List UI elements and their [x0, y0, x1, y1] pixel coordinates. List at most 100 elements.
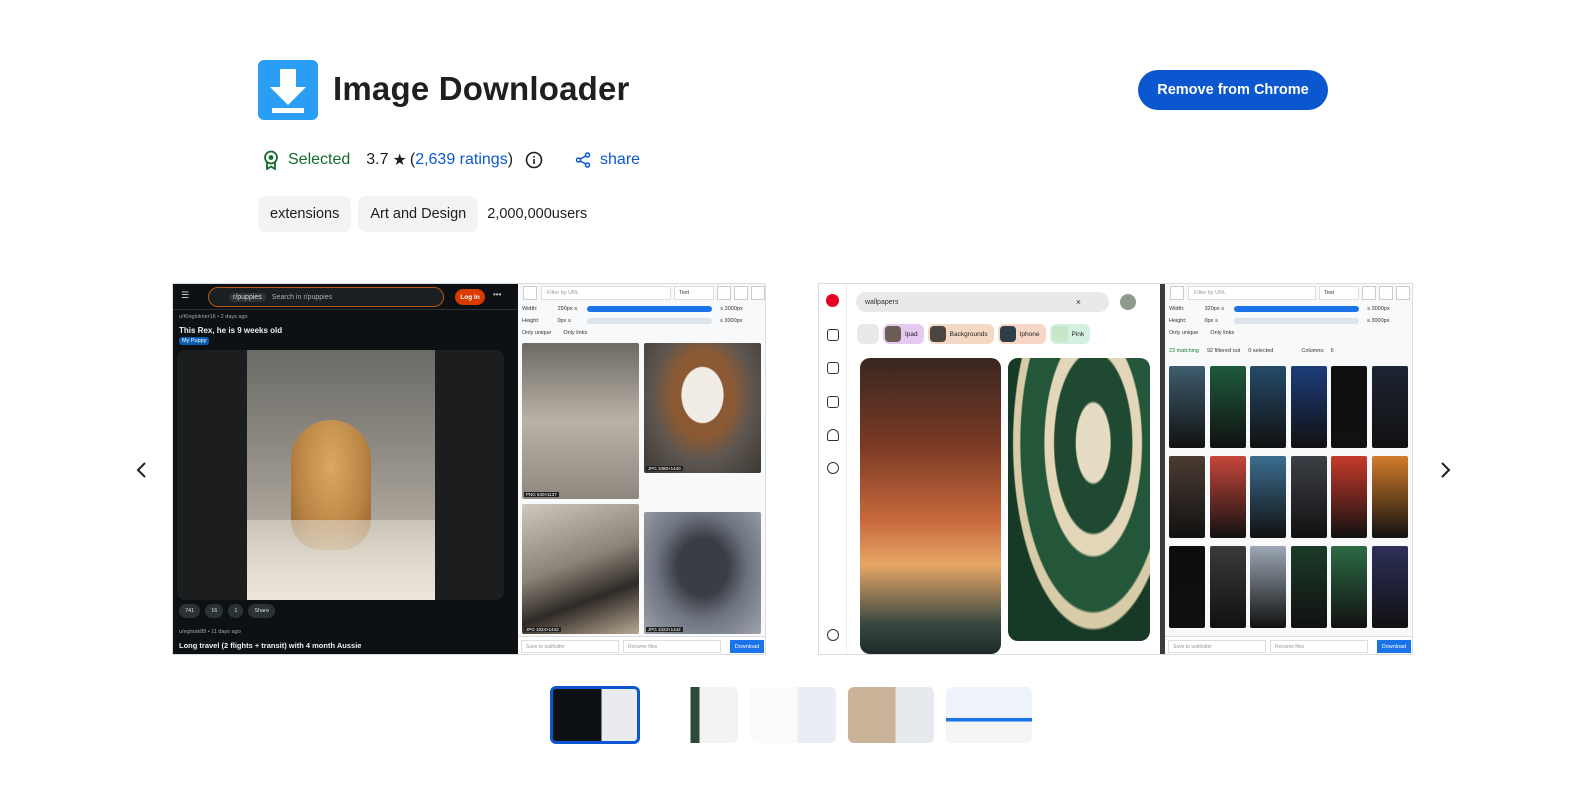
selected-count: 0 selected: [1248, 348, 1274, 354]
download-button: Download: [730, 640, 764, 653]
upvote-count: 741: [179, 604, 201, 618]
selected-badge: Selected: [262, 150, 350, 170]
rating-value: 3.7: [366, 151, 389, 168]
create-icon: [827, 396, 839, 408]
grid-image-thumb: [1371, 456, 1408, 538]
chip-iphone: Iphone: [997, 324, 1046, 344]
ext-filter: Filter by URL: [541, 286, 671, 300]
share-button[interactable]: share: [575, 151, 640, 169]
screenshot-slide-2: wallpapers × Ipad Backgrounds Iphone Pin…: [818, 283, 1413, 655]
puppy-photo: [247, 350, 435, 600]
messages-icon: [827, 462, 839, 474]
height-max: ≤ 3000px: [719, 318, 743, 324]
filter-icon: [857, 324, 879, 344]
width-slider: [1234, 306, 1360, 312]
chip-pink: Pink: [1049, 324, 1091, 344]
image-thumb: JPG 1024×1442: [644, 512, 761, 634]
avatar: [1120, 294, 1136, 310]
grid-image-thumb: [1209, 546, 1246, 628]
chevron-right-icon[interactable]: [1433, 458, 1457, 482]
refresh-icon: [1170, 286, 1184, 300]
width-value: 290px ≤: [557, 306, 578, 312]
image-thumb: PNG 640×1137: [522, 343, 639, 499]
ext-width-row: Width: 320px ≤ ≤ 3000px: [1169, 306, 1390, 312]
share-label: share: [600, 151, 641, 168]
bell-icon: [827, 429, 839, 441]
only-unique: Only unique: [522, 330, 552, 336]
carousel-thumb[interactable]: [848, 687, 934, 743]
carousel-thumb[interactable]: [550, 686, 640, 744]
app-title: Image Downloader: [333, 70, 630, 107]
rating: 3.7 ★ (2,639 ratings): [366, 151, 514, 169]
remove-from-chrome-button[interactable]: Remove from Chrome: [1138, 70, 1328, 110]
info-icon[interactable]: [525, 151, 543, 169]
chevron-left-icon[interactable]: [130, 458, 154, 482]
pinterest-chips: Ipad Backgrounds Iphone Pink: [883, 324, 1094, 344]
ext-height-row: Height: 0px ≤ ≤ 3000px: [1169, 318, 1389, 324]
height-value: 0px ≤: [557, 318, 571, 324]
subfolder-input: Save to subfolder: [1168, 640, 1266, 653]
post2-user: u/egmak88 • 11 days ago: [179, 629, 241, 635]
ratings-link[interactable]: 2,639 ratings: [415, 151, 508, 169]
share-pill: Share: [248, 604, 276, 618]
width-label: Width:: [522, 306, 538, 312]
reddit-top-bar: ☰ r/puppies Search in r/puppies Log In •…: [173, 284, 518, 310]
star-icon: ★: [392, 152, 407, 169]
carousel-thumb[interactable]: [652, 687, 738, 743]
ext-footer: Save to subfolder Rename files Download: [1165, 636, 1412, 654]
grid-image-thumb: [1290, 366, 1327, 448]
rename-input: Rename files: [623, 640, 721, 653]
columns-value: 6: [1330, 348, 1334, 354]
window-icon: [734, 286, 748, 300]
chevron-down-icon: [1362, 286, 1376, 300]
clear-icon: ×: [1075, 297, 1081, 307]
matching-count: 23 matching: [1169, 348, 1199, 354]
rename-input: Rename files: [1270, 640, 1368, 653]
grid-image-thumb: [1371, 546, 1408, 628]
ext-toolbar: Filter by URL Text: [518, 284, 765, 302]
grid-image-thumb: [1331, 546, 1367, 628]
meta-row: Selected 3.7 ★ (2,639 ratings) share: [262, 148, 640, 172]
screenshot-slide-1: ☰ r/puppies Search in r/puppies Log In •…: [172, 283, 766, 655]
post-flair: My Puppy: [179, 337, 210, 345]
ext-height-row: Height: 0px ≤ ≤ 3000px: [522, 318, 742, 324]
pinterest-search: wallpapers ×: [856, 292, 1109, 312]
extension-panel-2: Filter by URL Text Width: 320px ≤ ≤ 3000…: [1160, 284, 1412, 654]
settings-icon: [827, 629, 839, 641]
columns-label: Columns:: [1301, 348, 1325, 354]
close-icon: [751, 286, 765, 300]
reddit-login: Log In: [455, 289, 485, 305]
carousel-thumb[interactable]: [750, 687, 836, 743]
grid-image-thumb: [1209, 366, 1246, 448]
download-arrow-icon: [270, 69, 306, 113]
height-slider: [586, 318, 712, 324]
reddit-search: r/puppies Search in r/puppies: [208, 287, 444, 307]
height-max: ≤ 3000px: [1366, 318, 1390, 324]
tags-row: extensions Art and Design 2,000,000users: [258, 196, 587, 232]
selected-label: Selected: [288, 151, 351, 168]
grid-image-thumb: [1169, 366, 1205, 448]
chevron-down-icon: [717, 286, 731, 300]
grid-image-thumb: [1209, 456, 1246, 538]
chip-extensions[interactable]: extensions: [258, 196, 352, 232]
ext-checkbox-row: Only unique Only links: [1169, 330, 1234, 336]
grid-image-thumb: [1250, 366, 1286, 448]
height-slider: [1233, 318, 1359, 324]
carousel-thumbnails: [550, 686, 1044, 744]
chip-art-and-design[interactable]: Art and Design: [358, 196, 479, 232]
post-title: This Rex, he is 9 weeks old: [179, 326, 283, 335]
grid-image-thumb: [1331, 456, 1367, 538]
more-icon: •••: [493, 290, 502, 299]
ext-checkbox-row: Only unique Only links: [522, 330, 587, 336]
pinterest-logo: [826, 294, 839, 307]
pinterest-search-value: wallpapers: [865, 298, 899, 306]
image-thumb: JPG 1024×1442: [522, 504, 639, 634]
award-count: 1: [228, 604, 244, 618]
carousel-thumb[interactable]: [946, 687, 1032, 743]
width-max: ≤ 3000px: [1367, 306, 1390, 312]
extension-panel-1: Filter by URL Text Width: 290px ≤ ≤ 3000…: [518, 284, 765, 654]
app-icon: [258, 60, 318, 120]
refresh-icon: [523, 286, 537, 300]
height-label: Height:: [522, 318, 540, 324]
post-user: u/Kinglokner16 • 2 days ago: [179, 314, 248, 320]
